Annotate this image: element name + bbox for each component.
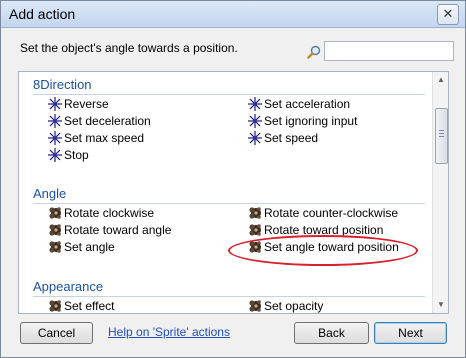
section-divider (33, 203, 425, 204)
8direction-icon (47, 113, 63, 129)
8direction-icon (247, 96, 263, 112)
list-item-stop[interactable]: Stop (47, 147, 89, 163)
list-item-reverse[interactable]: Reverse (47, 96, 109, 112)
sprite-icon (47, 239, 63, 255)
sprite-icon (247, 239, 263, 255)
back-button[interactable]: Back (294, 322, 369, 344)
vertical-scrollbar[interactable]: ▲ ▼ (432, 72, 448, 313)
scroll-up-icon[interactable]: ▲ (433, 72, 448, 88)
list-item-rotate-clockwise[interactable]: Rotate clockwise (47, 205, 154, 221)
8direction-icon (47, 96, 63, 112)
list-item-set-angle-toward-position[interactable]: Set angle toward position (247, 239, 399, 255)
sprite-icon (247, 205, 263, 221)
list-item-set-angle[interactable]: Set angle (47, 239, 115, 255)
list-item-label: Stop (64, 148, 89, 162)
8direction-icon (247, 130, 263, 146)
list-item-label: Set angle toward position (264, 240, 399, 254)
sprite-icon (47, 205, 63, 221)
list-item-label: Rotate clockwise (64, 206, 155, 220)
list-item-label: Set acceleration (264, 97, 351, 111)
list-item-set-acceleration[interactable]: Set acceleration (247, 96, 350, 112)
title-bar: Add action ✕ (1, 1, 465, 28)
list-item-set-deceleration[interactable]: Set deceleration (47, 113, 151, 129)
grip-icon (439, 130, 444, 139)
8direction-icon (47, 130, 63, 146)
sprite-icon (47, 298, 63, 313)
sprite-icon (247, 298, 263, 313)
list-item-label: Set deceleration (64, 114, 151, 128)
list-item-label: Set effect (64, 299, 115, 313)
list-item-rotate-counter-clockwise[interactable]: Rotate counter-clockwise (247, 205, 398, 221)
action-list: 8Direction Reverse Set acceleration Set … (18, 71, 449, 314)
section-header-appearance: Appearance (33, 279, 104, 294)
close-icon: ✕ (442, 6, 454, 21)
cancel-button[interactable]: Cancel (20, 322, 93, 344)
sprite-icon (247, 222, 263, 238)
scrollbar-thumb[interactable] (435, 108, 448, 164)
search-icon (307, 45, 321, 59)
section-header-8direction: 8Direction (33, 77, 92, 92)
help-link[interactable]: Help on 'Sprite' actions (108, 325, 230, 339)
list-item-label: Rotate counter-clockwise (264, 206, 399, 220)
list-item-set-opacity[interactable]: Set opacity (247, 298, 323, 313)
action-description: Set the object's angle towards a positio… (20, 41, 238, 55)
section-divider (33, 296, 425, 297)
section-header-angle: Angle (33, 186, 67, 201)
list-item-label: Set speed (264, 131, 319, 145)
add-action-dialog: Add action ✕ Set the object's angle towa… (0, 0, 466, 358)
list-item-label: Set max speed (64, 131, 145, 145)
list-item-set-speed[interactable]: Set speed (247, 130, 318, 146)
action-list-viewport: 8Direction Reverse Set acceleration Set … (19, 72, 432, 313)
scroll-down-icon[interactable]: ▼ (433, 297, 448, 313)
sprite-icon (47, 222, 63, 238)
next-button[interactable]: Next (374, 322, 447, 344)
section-divider (33, 94, 425, 95)
list-item-rotate-toward-position[interactable]: Rotate toward position (247, 222, 383, 238)
search-input[interactable] (324, 41, 454, 61)
list-item-label: Rotate toward angle (64, 223, 172, 237)
8direction-icon (247, 113, 263, 129)
window-title: Add action (9, 6, 76, 22)
list-item-label: Rotate toward position (264, 223, 384, 237)
8direction-icon (47, 147, 63, 163)
close-button[interactable]: ✕ (437, 4, 459, 25)
list-item-label: Reverse (64, 97, 109, 111)
list-item-label: Set opacity (264, 299, 324, 313)
list-item-rotate-toward-angle[interactable]: Rotate toward angle (47, 222, 171, 238)
list-item-label: Set ignoring input (264, 114, 358, 128)
list-item-set-effect[interactable]: Set effect (47, 298, 114, 313)
list-item-set-max-speed[interactable]: Set max speed (47, 130, 144, 146)
list-item-label: Set angle (64, 240, 115, 254)
list-item-set-ignoring-input[interactable]: Set ignoring input (247, 113, 357, 129)
